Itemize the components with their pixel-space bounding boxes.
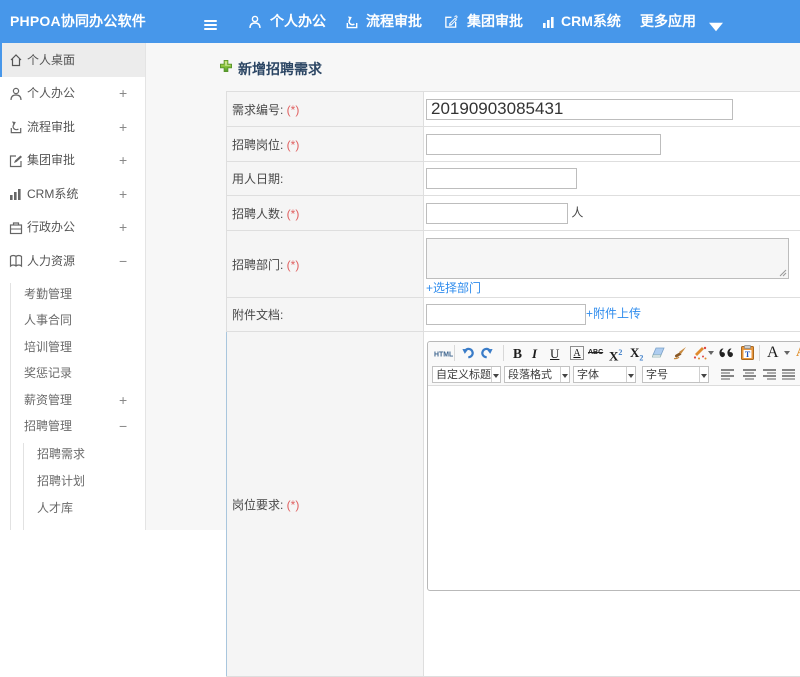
svg-text:T: T xyxy=(745,350,751,359)
